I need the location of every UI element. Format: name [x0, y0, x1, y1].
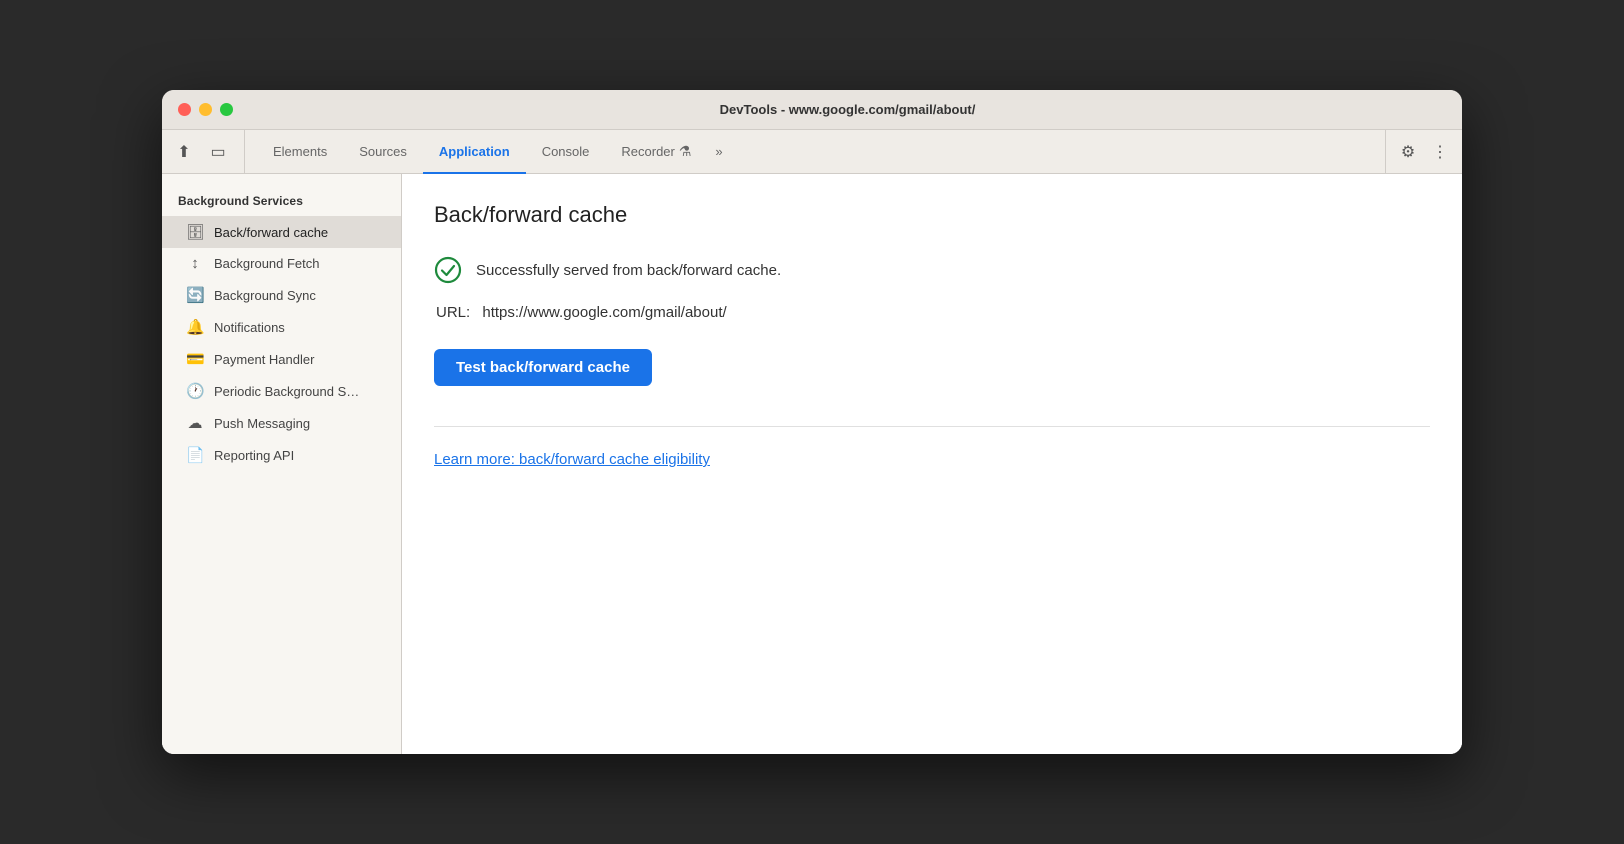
sidebar-item-payment-handler[interactable]: 💳 Payment Handler	[162, 343, 401, 375]
sidebar-label-reporting-api: Reporting API	[214, 448, 294, 463]
content-title: Back/forward cache	[434, 202, 1430, 228]
cursor-icon-button[interactable]: ⬆	[170, 138, 198, 166]
sidebar-label-periodic-background-sync: Periodic Background S…	[214, 384, 359, 399]
success-check-icon	[434, 256, 462, 284]
toolbar-right: ⚙ ⋮	[1385, 130, 1454, 173]
toolbar: ⬆ ▭ Elements Sources Application Console…	[162, 130, 1462, 174]
database-icon: 🗄	[186, 223, 204, 241]
kebab-icon: ⋮	[1432, 142, 1448, 162]
bell-icon: 🔔	[186, 318, 204, 336]
test-cache-button[interactable]: Test back/forward cache	[434, 349, 652, 386]
sidebar-label-background-fetch: Background Fetch	[214, 256, 320, 271]
toolbar-icons: ⬆ ▭	[170, 130, 245, 173]
sidebar-item-reporting-api[interactable]: 📄 Reporting API	[162, 439, 401, 471]
sidebar: Background Services 🗄 Back/forward cache…	[162, 174, 402, 754]
clock-icon: 🕐	[186, 382, 204, 400]
payment-icon: 💳	[186, 350, 204, 368]
device-icon: ▭	[210, 142, 225, 162]
sidebar-label-push-messaging: Push Messaging	[214, 416, 310, 431]
sidebar-item-push-messaging[interactable]: ☁ Push Messaging	[162, 407, 401, 439]
maximize-button[interactable]	[220, 103, 233, 116]
minimize-button[interactable]	[199, 103, 212, 116]
cursor-icon: ⬆	[177, 142, 190, 162]
sidebar-section-title: Background Services	[162, 190, 401, 216]
url-row: URL: https://www.google.com/gmail/about/	[434, 304, 1430, 321]
sidebar-label-back-forward-cache: Back/forward cache	[214, 225, 328, 240]
tab-elements[interactable]: Elements	[257, 131, 343, 174]
sidebar-item-back-forward-cache[interactable]: 🗄 Back/forward cache	[162, 216, 401, 248]
document-icon: 📄	[186, 446, 204, 464]
sync-icon: 🔄	[186, 286, 204, 304]
close-button[interactable]	[178, 103, 191, 116]
more-options-button[interactable]: ⋮	[1426, 138, 1454, 166]
tabs-bar: Elements Sources Application Console Rec…	[257, 130, 1385, 173]
sidebar-item-background-fetch[interactable]: ↕ Background Fetch	[162, 248, 401, 279]
content-panel: Back/forward cache Successfully served f…	[402, 174, 1462, 754]
sidebar-label-notifications: Notifications	[214, 320, 285, 335]
tab-console[interactable]: Console	[526, 131, 606, 174]
success-message: Successfully served from back/forward ca…	[476, 262, 781, 279]
learn-more-link[interactable]: Learn more: back/forward cache eligibili…	[434, 451, 710, 468]
device-toggle-button[interactable]: ▭	[204, 138, 232, 166]
url-value: https://www.google.com/gmail/about/	[482, 304, 726, 321]
divider	[434, 426, 1430, 427]
traffic-lights	[178, 103, 233, 116]
tab-application[interactable]: Application	[423, 131, 526, 174]
tab-sources[interactable]: Sources	[343, 131, 423, 174]
recorder-label: Recorder	[621, 144, 674, 159]
success-row: Successfully served from back/forward ca…	[434, 256, 1430, 284]
gear-icon: ⚙	[1401, 142, 1415, 162]
sidebar-label-background-sync: Background Sync	[214, 288, 316, 303]
cloud-icon: ☁	[186, 414, 204, 432]
url-label: URL:	[436, 304, 470, 321]
window-title: DevTools - www.google.com/gmail/about/	[249, 102, 1446, 117]
titlebar: DevTools - www.google.com/gmail/about/	[162, 90, 1462, 130]
tab-recorder[interactable]: Recorder ⚗	[605, 131, 707, 174]
devtools-window: DevTools - www.google.com/gmail/about/ ⬆…	[162, 90, 1462, 754]
sidebar-item-periodic-background-sync[interactable]: 🕐 Periodic Background S…	[162, 375, 401, 407]
sidebar-item-background-sync[interactable]: 🔄 Background Sync	[162, 279, 401, 311]
flask-icon: ⚗	[679, 143, 692, 160]
arrows-updown-icon: ↕	[186, 255, 204, 272]
more-tabs-button[interactable]: »	[707, 130, 730, 173]
main-area: Background Services 🗄 Back/forward cache…	[162, 174, 1462, 754]
sidebar-label-payment-handler: Payment Handler	[214, 352, 314, 367]
settings-button[interactable]: ⚙	[1394, 138, 1422, 166]
sidebar-item-notifications[interactable]: 🔔 Notifications	[162, 311, 401, 343]
